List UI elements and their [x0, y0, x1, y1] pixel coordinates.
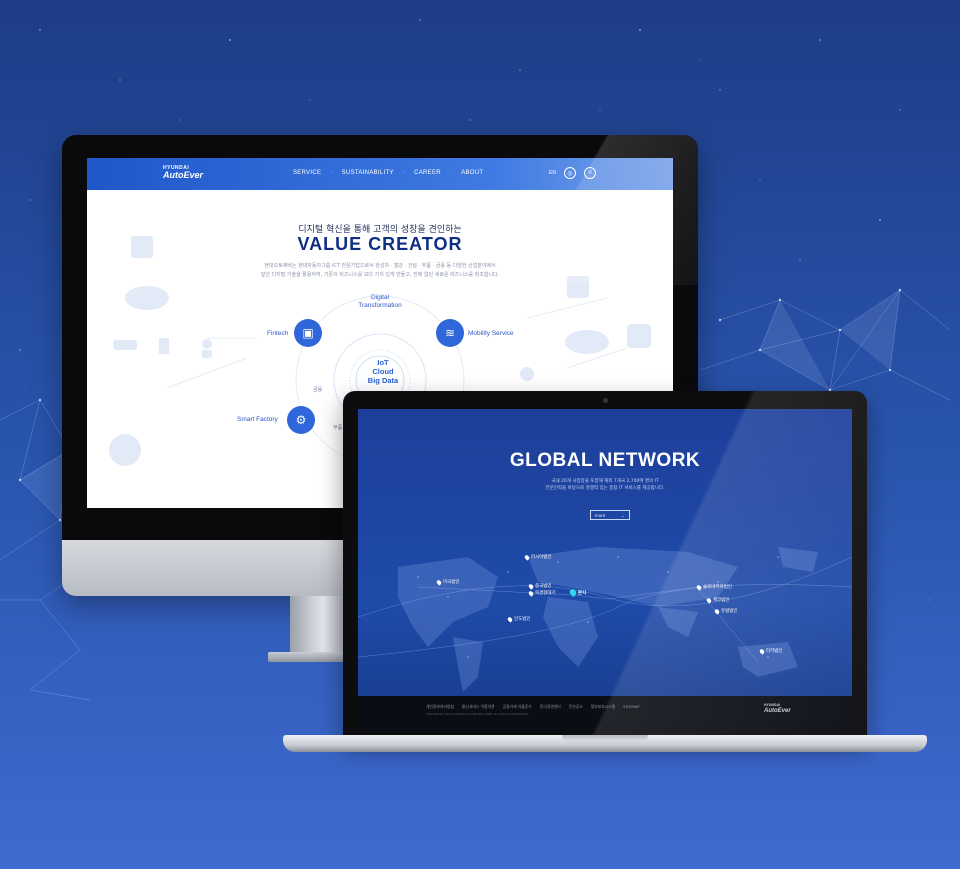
world-map: [358, 547, 852, 692]
footer-logo[interactable]: HYUNDAI AutoEver: [764, 703, 791, 714]
pin-label: 터키법인: [766, 649, 783, 654]
gear-icon[interactable]: ⚙: [287, 406, 315, 434]
pin-icon: [713, 607, 721, 615]
map-pin-europe[interactable]: 슬로바키아법인: [695, 583, 732, 591]
map-pin-headquarters[interactable]: 본사: [568, 587, 587, 598]
pin-icon: [523, 553, 531, 561]
hub-item-cloud: Cloud: [372, 367, 394, 376]
pin-icon: [758, 647, 766, 655]
hub-item-iot: IoT: [377, 358, 389, 367]
pin-label: 러시아법인: [531, 555, 552, 560]
footer-links: 개인정보처리방침 통신서비스 이용약관 공정거래 자율준수 윤리경영센터 전자공…: [426, 704, 640, 710]
more-label: more: [595, 512, 606, 518]
footer-link[interactable]: 통신서비스 이용약관: [462, 704, 495, 710]
global-network-description: 국내 20개 사업장을 포함해 해외 7개국 2,700여 명의 IT 전문인력…: [358, 478, 852, 492]
map-pin-turkey[interactable]: 터키법인: [758, 647, 783, 655]
fintech-icon[interactable]: ▣: [294, 319, 322, 347]
logo-main-text: AutoEver: [764, 707, 791, 714]
smart-factory-label[interactable]: Smart Factory: [237, 416, 278, 423]
description-line: 전문인력을 바탕으로 경쟁력 있는 종합 IT 서비스를 제공합니다.: [545, 486, 665, 491]
footer-link[interactable]: 정보보호시스템: [591, 704, 615, 710]
map-pin-beijing[interactable]: 북경현대기: [527, 589, 556, 597]
pin-label: 체코법인: [713, 598, 730, 603]
pin-label: 슬로바키아법인: [703, 585, 732, 590]
footer-link[interactable]: 윤리경영센터: [540, 704, 561, 710]
hero-description-line: 현대오토에버는 현대자동차그룹 ICT 전문기업으로서 완성차 · 철강 · 건…: [264, 263, 496, 269]
pin-label: 북경현대기: [535, 591, 556, 596]
pin-label: 인도법인: [514, 617, 531, 622]
hub-item-bigdata: Big Data: [367, 376, 399, 385]
hub-core: IoT Cloud Big Data: [333, 358, 433, 385]
hero-description: 현대오토에버는 현대자동차그룹 ICT 전문기업으로서 완성차 · 철강 · 건…: [87, 262, 673, 280]
pin-label: 중국법인: [535, 584, 552, 589]
map-pin-czech[interactable]: 체코법인: [705, 596, 730, 604]
footer-copyright: COPYRIGHT 2019 HYUNDAI AUTOEVER CORP. AL…: [426, 712, 529, 716]
ring-label-finance: 금융: [313, 387, 323, 393]
pin-icon: [705, 596, 713, 604]
pin-icon: [527, 589, 535, 597]
footer-link[interactable]: 공정거래 자율준수: [503, 704, 532, 710]
footer-link[interactable]: SITEMAP: [623, 704, 639, 710]
laptop-notch: [562, 735, 648, 741]
mobility-icon[interactable]: ≋: [436, 319, 464, 347]
map-pin-china[interactable]: 중국법인: [527, 582, 552, 590]
footer-link[interactable]: 전자공고: [569, 704, 583, 710]
footer-link[interactable]: 개인정보처리방침: [426, 704, 454, 710]
more-button[interactable]: more →: [590, 510, 630, 520]
fintech-label[interactable]: Fintech: [267, 330, 288, 337]
laptop-screen: GLOBAL NETWORK 국내 20개 사업장을 포함해 해외 7개국 2,…: [358, 409, 852, 732]
pin-label: 유럽법인: [721, 609, 738, 614]
description-line: 국내 20개 사업장을 포함해 해외 7개국 2,700여 명의 IT: [551, 479, 659, 484]
digital-transformation-label[interactable]: Digital Transformation: [353, 294, 407, 310]
map-pin-india[interactable]: 인도법인: [506, 615, 531, 623]
site-footer: 개인정보처리방침 통신서비스 이용약관 공정거래 자율준수 윤리경영센터 전자공…: [358, 696, 852, 732]
camera-icon: [603, 398, 608, 403]
hero-description-line: 앞선 디지털 기술을 활용하여, 기존의 비즈니스를 보다 가치 있게 만들고,…: [260, 272, 500, 278]
mobility-label[interactable]: Mobility Service: [468, 330, 514, 337]
map-pin-usa[interactable]: 미국법인: [435, 578, 460, 586]
pin-icon: [527, 582, 535, 590]
pin-icon: [568, 587, 578, 598]
arrow-right-icon: →: [620, 512, 626, 518]
global-network-title: GLOBAL NETWORK: [509, 450, 701, 471]
map-pin-russia[interactable]: 러시아법인: [523, 553, 552, 561]
pin-label: 미국법인: [443, 580, 460, 585]
map-pin-slovakia[interactable]: 유럽법인: [713, 607, 738, 615]
pin-icon: [695, 583, 703, 591]
hero-title: VALUE CREATOR: [297, 234, 463, 254]
ring-label-parts: 부품: [333, 425, 343, 431]
pin-icon: [506, 615, 514, 623]
pin-label: 본사: [578, 590, 587, 596]
pin-icon: [435, 578, 443, 586]
